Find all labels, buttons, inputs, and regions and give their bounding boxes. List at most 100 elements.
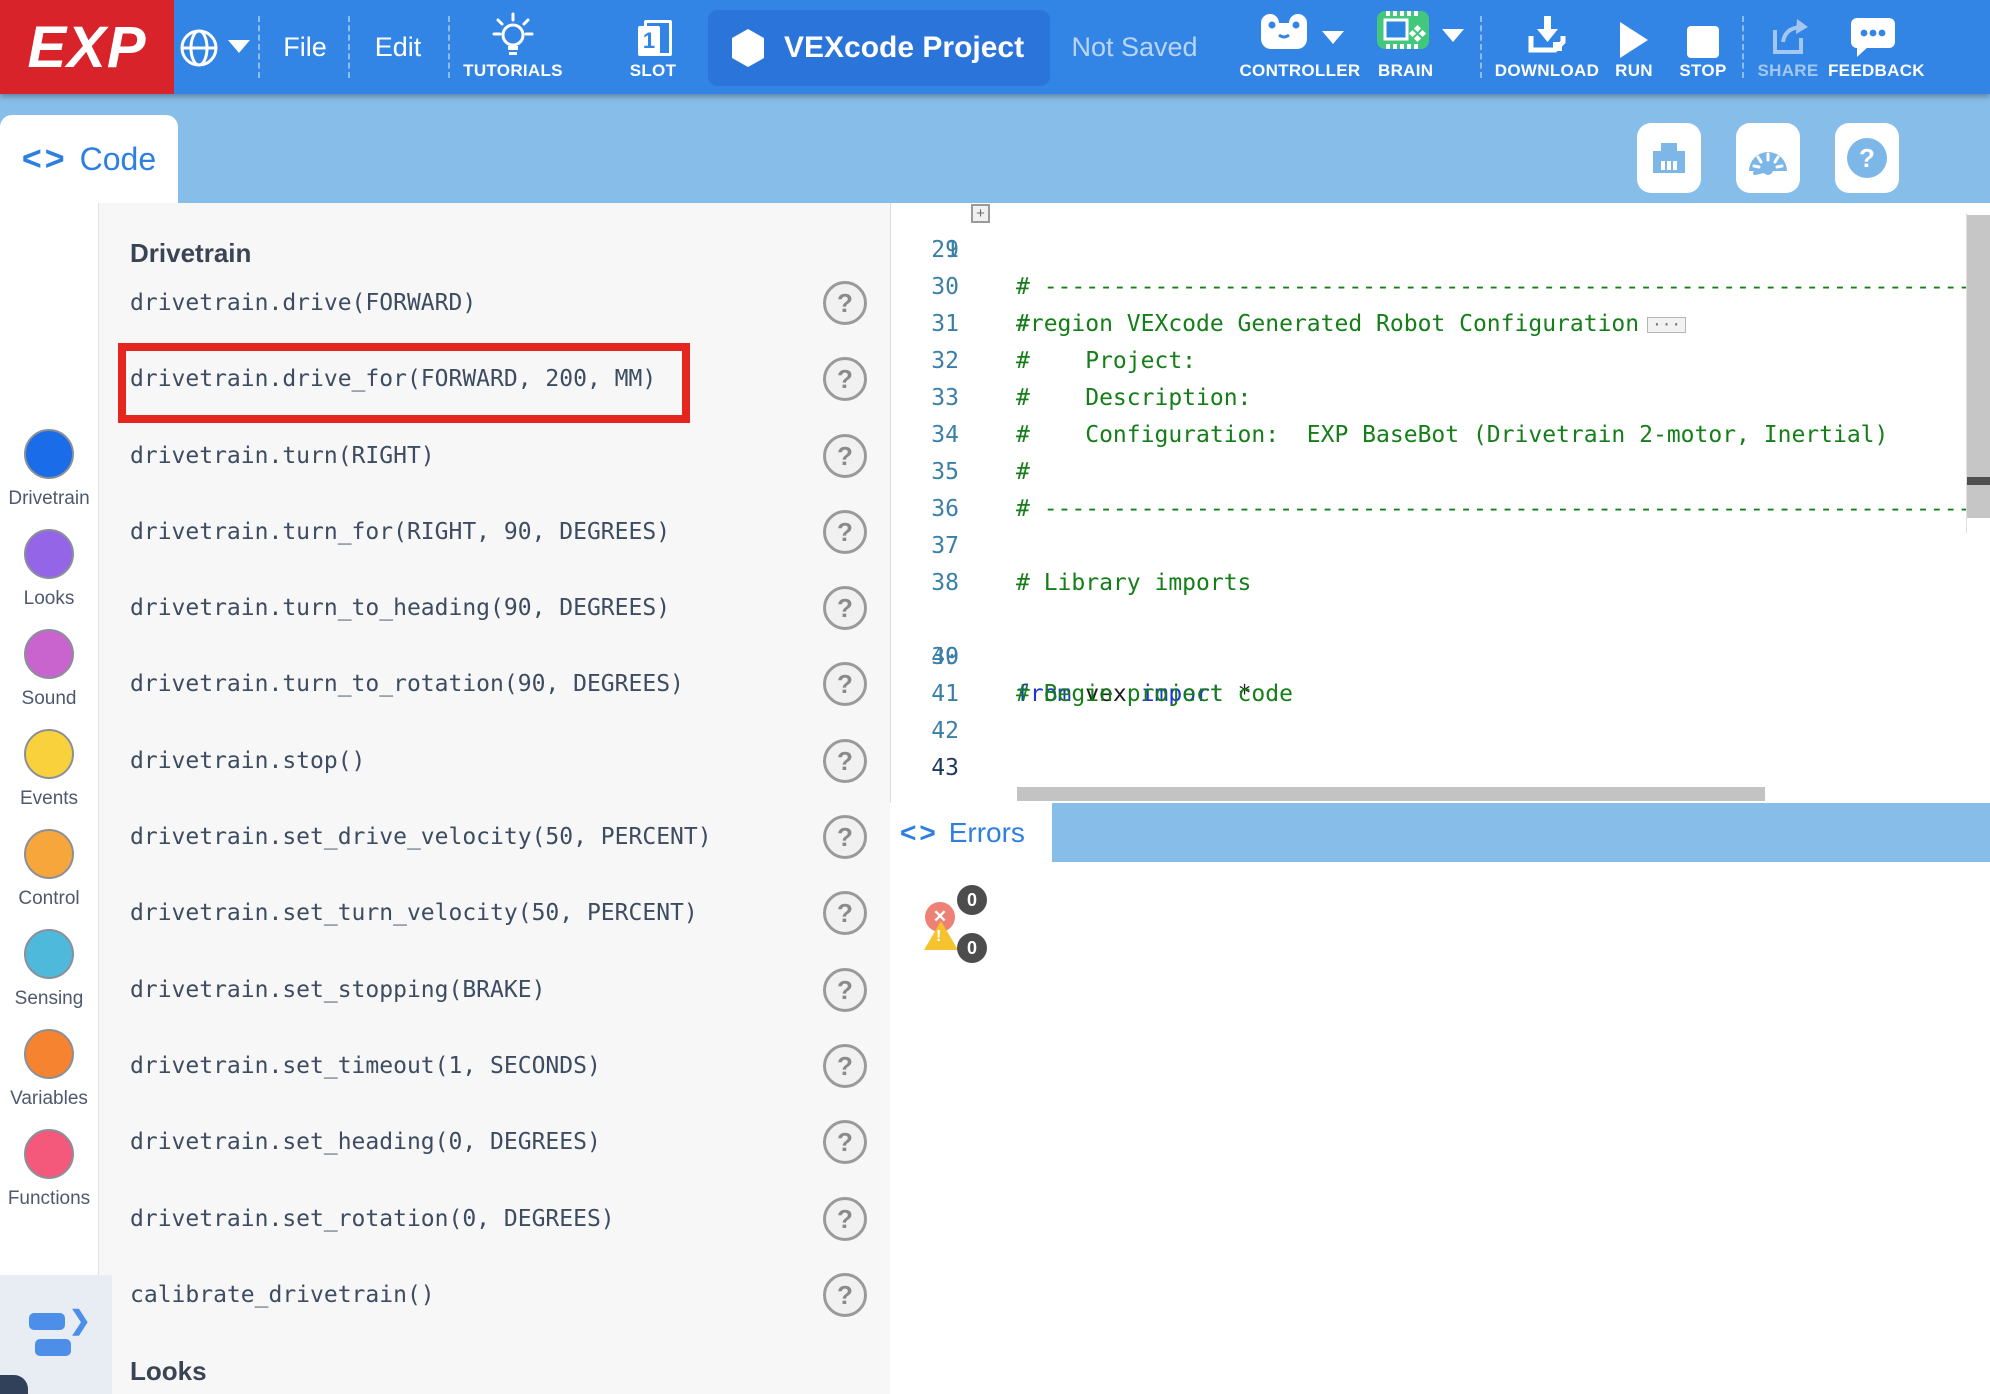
brain-button[interactable]: BRAIN — [1372, 0, 1468, 94]
code-line: 33# Description: — [891, 380, 1990, 417]
command-item[interactable]: drivetrain.set_stopping(BRAKE) ? — [98, 952, 890, 1028]
download-button[interactable]: DOWNLOAD — [1494, 0, 1600, 94]
tab-code[interactable]: <> Code — [0, 115, 178, 203]
gauge-icon — [1745, 137, 1791, 180]
command-item[interactable]: calibrate_drivetrain() ? — [98, 1257, 890, 1333]
help-icon[interactable]: ? — [823, 662, 867, 706]
run-label: RUN — [1604, 61, 1664, 81]
vertical-scrollbar-mark — [1967, 477, 1990, 485]
controller-icon — [1256, 11, 1312, 58]
code-line: 29 — [891, 232, 1990, 269]
help-icon[interactable]: ? — [823, 1044, 867, 1088]
code-line: 36# ------------------------------------… — [891, 491, 1990, 528]
code-line: 42 — [891, 713, 1990, 750]
code-tab-label: Code — [80, 141, 157, 178]
download-label: DOWNLOAD — [1494, 61, 1600, 81]
secondary-toolbar: <> Code — [0, 94, 1990, 203]
help-icon[interactable]: ? — [823, 1273, 867, 1317]
toolbar-divider — [258, 16, 260, 78]
brain-icon — [1376, 7, 1430, 58]
tab-errors[interactable]: <> Errors — [890, 803, 1052, 862]
command-item[interactable]: drivetrain.turn_for(RIGHT, 90, DEGREES) … — [98, 494, 890, 570]
help-icon[interactable]: ? — [823, 510, 867, 554]
toolbar-divider — [348, 16, 350, 78]
sidebar-item-sound[interactable]: Sound — [0, 629, 98, 710]
error-count-badge: 0 — [957, 885, 987, 915]
command-item[interactable]: drivetrain.set_rotation(0, DEGREES) ? — [98, 1181, 890, 1257]
feedback-button[interactable]: FEEDBACK — [1828, 0, 1918, 94]
toolbar-divider — [1742, 16, 1744, 78]
controller-label: CONTROLLER — [1237, 61, 1363, 81]
chevron-down-icon — [1322, 31, 1344, 44]
code-line: 41# Begin project code — [891, 676, 1990, 713]
command-item[interactable]: drivetrain.turn_to_heading(90, DEGREES) … — [98, 570, 890, 646]
code-line-import: 39 from vex import * — [891, 602, 1990, 639]
code-line: 1 + #region VEXcode Generated Robot Conf… — [891, 203, 1990, 232]
code-angle-icon: <> — [22, 140, 68, 179]
events-circle-icon — [24, 729, 74, 779]
controller-button[interactable]: CONTROLLER — [1237, 0, 1363, 94]
help-icon[interactable]: ? — [823, 281, 867, 325]
project-name-button[interactable]: VEXcode Project — [708, 10, 1050, 86]
help-icon[interactable]: ? — [823, 891, 867, 935]
command-item[interactable]: drivetrain.turn(RIGHT) ? — [98, 418, 890, 494]
errors-tabbar: <> Errors — [890, 803, 1990, 862]
tutorials-label: TUTORIALS — [455, 61, 571, 81]
help-icon[interactable]: ? — [823, 1120, 867, 1164]
command-item[interactable]: drivetrain.set_heading(0, DEGREES) ? — [98, 1104, 890, 1180]
feedback-icon — [1828, 0, 1918, 58]
help-icon[interactable]: ? — [823, 434, 867, 478]
toolbar-divider — [1480, 16, 1482, 78]
vertical-scrollbar-thumb[interactable] — [1967, 215, 1990, 518]
help-icon[interactable]: ? — [823, 815, 867, 859]
help-icon[interactable]: ? — [823, 1197, 867, 1241]
command-item[interactable]: drivetrain.drive(FORWARD) ? — [98, 265, 890, 341]
command-item[interactable]: drivetrain.set_drive_velocity(50, PERCEN… — [98, 799, 890, 875]
command-item[interactable]: drivetrain.set_turn_velocity(50, PERCENT… — [98, 875, 890, 951]
sound-circle-icon — [24, 629, 74, 679]
category-sidebar: Drivetrain Looks Sound Events Control Se… — [0, 203, 99, 1394]
exp-logo-text: EXP — [27, 14, 146, 81]
code-editor[interactable]: 1 + #region VEXcode Generated Robot Conf… — [890, 203, 1990, 803]
sidebar-item-looks[interactable]: Looks — [0, 529, 98, 610]
sidebar-item-control[interactable]: Control — [0, 829, 98, 910]
help-icon[interactable]: ? — [823, 357, 867, 401]
edit-menu[interactable]: Edit — [360, 0, 436, 94]
help-icon[interactable]: ? — [823, 968, 867, 1012]
command-item[interactable]: drivetrain.stop() ? — [98, 723, 890, 799]
run-icon — [1620, 22, 1648, 58]
code-line: 37 — [891, 528, 1990, 565]
sidebar-item-functions[interactable]: Functions — [0, 1129, 98, 1210]
chevron-down-icon — [1442, 29, 1464, 42]
device-info-button[interactable] — [1637, 123, 1701, 193]
run-button[interactable]: RUN — [1604, 0, 1664, 94]
horizontal-scrollbar[interactable] — [1017, 787, 1765, 801]
hexagon-icon — [730, 28, 766, 68]
sidebar-item-events[interactable]: Events — [0, 729, 98, 810]
sensing-circle-icon — [24, 929, 74, 979]
help-button-toolbar[interactable]: ? — [1835, 123, 1899, 193]
share-button[interactable]: SHARE — [1756, 0, 1820, 94]
sidebar-item-drivetrain[interactable]: Drivetrain — [0, 429, 98, 510]
slot-label: SLOT — [610, 61, 696, 81]
help-icon[interactable]: ? — [823, 739, 867, 783]
stop-button[interactable]: STOP — [1672, 0, 1734, 94]
sidebar-item-sensing[interactable]: Sensing — [0, 929, 98, 1010]
command-item[interactable]: drivetrain.turn_to_rotation(90, DEGREES)… — [98, 646, 890, 722]
file-menu[interactable]: File — [268, 0, 342, 94]
question-icon: ? — [1847, 138, 1887, 178]
dashboard-button[interactable] — [1736, 123, 1800, 193]
sidebar-item-variables[interactable]: Variables — [0, 1029, 98, 1110]
command-item[interactable]: drivetrain.set_timeout(1, SECONDS) ? — [98, 1028, 890, 1104]
download-icon — [1494, 0, 1600, 58]
language-menu[interactable] — [178, 0, 256, 94]
share-label: SHARE — [1756, 61, 1820, 81]
fold-icon[interactable]: + — [971, 204, 990, 223]
help-icon[interactable]: ? — [823, 586, 867, 630]
blocks-icon: ❯ — [25, 1309, 87, 1361]
project-name: VEXcode Project — [784, 31, 1024, 65]
slot-button[interactable]: 1 SLOT — [610, 0, 696, 94]
code-line: 32# Project: — [891, 343, 1990, 380]
drivetrain-circle-icon — [24, 429, 74, 479]
tutorials-button[interactable]: TUTORIALS — [455, 0, 571, 94]
